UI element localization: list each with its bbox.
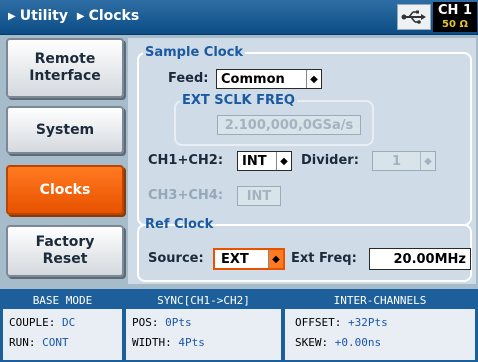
spinner-updown-icon[interactable]: ◆ [420, 152, 435, 170]
run-value: CONT [42, 336, 69, 349]
menu-label: System [35, 121, 95, 138]
breadcrumb-arrow-icon: ▶ [76, 11, 85, 22]
pos-row: POS: 0Pts [132, 316, 192, 329]
ext-freq-field[interactable]: 20.00MHz [369, 248, 471, 270]
breadcrumb-clocks: Clocks [88, 8, 140, 24]
divider-value: 1 [391, 153, 402, 169]
channel-label: CH 1 [438, 3, 472, 18]
menu-label: Clocks [39, 181, 91, 198]
ext-sclk-freq-legend: EXT SCLK FREQ [182, 93, 295, 108]
couple-value: DC [61, 316, 76, 329]
inter-channels-title: INTER-CHANNELS [285, 292, 475, 309]
ext-freq-label: Ext Freq: [291, 251, 357, 266]
width-value: 4Pts [178, 336, 205, 349]
title-bar: ▶ Utility ▶ Clocks CH 1 50 Ω [0, 0, 478, 35]
base-mode-title: BASE MODE [3, 292, 122, 309]
divider-select[interactable]: 1 ◆ [372, 151, 436, 171]
ch34-label: CH3+CH4: [148, 188, 224, 203]
menu-label: Remote [34, 51, 96, 67]
menu-factory-reset-button[interactable]: Factory Reset [6, 225, 124, 277]
couple-label: COUPLE: [9, 316, 56, 329]
menu-clocks-button[interactable]: Clocks [6, 165, 124, 215]
ch34-clock-field[interactable]: INT [237, 186, 281, 206]
spinner-updown-icon[interactable]: ◆ [306, 70, 321, 88]
sample-clock-legend: Sample Clock [145, 45, 244, 60]
ref-clock-legend: Ref Clock [145, 217, 214, 232]
menu-label: Reset [42, 251, 88, 267]
menu-label: Factory [35, 234, 95, 250]
breadcrumb-arrow-icon: ▶ [8, 11, 16, 22]
status-bar: BASE MODE COUPLE: DC RUN: CONT SYNC[CH1-… [0, 289, 478, 362]
run-row: RUN: CONT [9, 336, 69, 349]
feed-select[interactable]: Common ◆ [216, 69, 322, 89]
breadcrumb: ▶ Utility ▶ Clocks [8, 8, 139, 24]
spinner-updown-icon[interactable]: ◆ [268, 250, 283, 268]
offset-row: OFFSET: +32Pts [295, 316, 388, 329]
channel-indicator[interactable]: CH 1 50 Ω [433, 2, 477, 32]
pos-value: 0Pts [165, 316, 192, 329]
ch12-label: CH1+CH2: [148, 153, 224, 168]
menu-remote-interface-button[interactable]: Remote Interface [6, 38, 124, 98]
instrument-screen: ▶ Utility ▶ Clocks CH 1 50 Ω Remote Interfa… [0, 0, 478, 362]
menu-label: Interface [29, 68, 101, 84]
clocks-settings-panel: Sample Clock Feed: Common ◆ EXT SCLK FRE… [128, 38, 476, 284]
menu-system-button[interactable]: System [6, 106, 124, 154]
couple-row: COUPLE: DC [9, 316, 75, 329]
ext-sclk-freq-field[interactable]: 2.100,000,0GSa/s [217, 115, 361, 135]
feed-label: Feed: [168, 71, 209, 86]
impedance-label: 50 Ω [442, 19, 468, 30]
offset-label: OFFSET: [295, 316, 342, 329]
pos-label: POS: [132, 316, 159, 329]
feed-value: Common [221, 71, 285, 87]
width-label: WIDTH: [132, 336, 172, 349]
source-select[interactable]: EXT ◆ [213, 248, 285, 270]
run-label: RUN: [9, 336, 36, 349]
sync-title: SYNC[CH1->CH2] [126, 292, 281, 309]
skew-row: SKEW: +0.00ns [295, 336, 381, 349]
source-label: Source: [148, 251, 204, 266]
breadcrumb-utility[interactable]: Utility [20, 8, 68, 24]
skew-label: SKEW: [295, 336, 329, 349]
skew-value: +0.00ns [334, 336, 382, 349]
sync-panel: SYNC[CH1->CH2] POS: 0Pts WIDTH: 4Pts [126, 292, 281, 360]
source-value: EXT [221, 251, 249, 267]
usb-icon [397, 4, 431, 30]
offset-value: +32Pts [347, 316, 388, 329]
ch12-clock-select[interactable]: INT ◆ [237, 151, 292, 171]
width-row: WIDTH: 4Pts [132, 336, 205, 349]
divider-label: Divider: [301, 153, 359, 168]
ch12-value: INT [242, 153, 267, 169]
spinner-updown-icon[interactable]: ◆ [276, 152, 291, 170]
base-mode-panel: BASE MODE COUPLE: DC RUN: CONT [3, 292, 122, 360]
inter-channels-panel: INTER-CHANNELS OFFSET: +32Pts SKEW: +0.0… [285, 292, 475, 360]
